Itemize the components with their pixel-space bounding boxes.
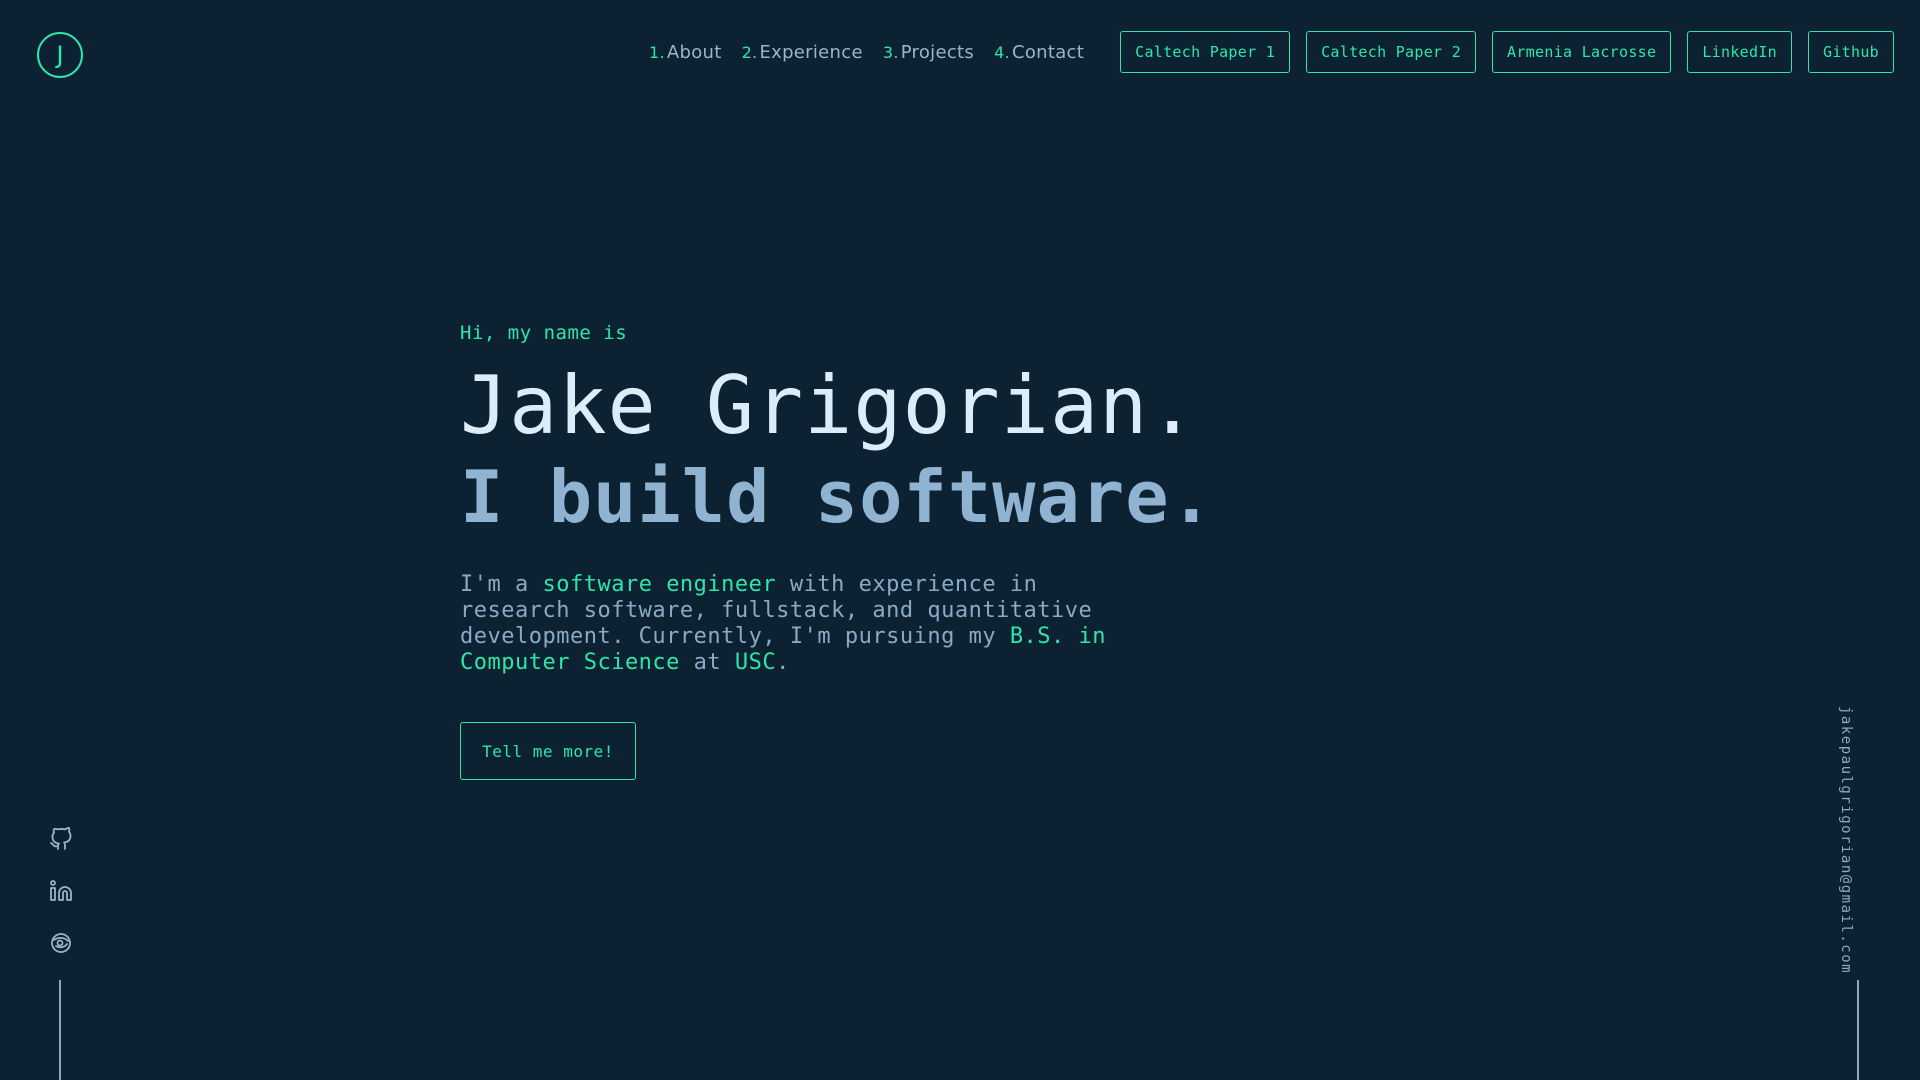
intro-paragraph: I'm a software engineer with experience … <box>460 572 1107 675</box>
linkedin-button[interactable]: LinkedIn <box>1687 31 1792 73</box>
highlight-school: USC <box>734 650 777 675</box>
github-icon[interactable] <box>48 826 74 852</box>
hero-name: Jake Grigorian. <box>460 359 1198 452</box>
armenia-lacrosse-button[interactable]: Armenia Lacrosse <box>1492 31 1672 73</box>
greeting: Hi, my name is <box>460 322 628 344</box>
email-divider-line <box>1857 980 1859 1080</box>
social-sidebar <box>48 826 74 982</box>
caltech-paper-2-button[interactable]: Caltech Paper 2 <box>1306 31 1477 73</box>
tell-me-more-button[interactable]: Tell me more! <box>460 722 636 780</box>
logo[interactable]: J <box>37 32 83 78</box>
nav-link-about[interactable]: 1. About <box>649 42 722 63</box>
lacrosse-icon[interactable] <box>48 930 74 956</box>
caltech-paper-1-button[interactable]: Caltech Paper 1 <box>1120 31 1291 73</box>
highlight-role: software engineer <box>542 572 777 597</box>
nav-link-projects[interactable]: 3. Projects <box>883 42 974 63</box>
hero-section: Hi, my name is Jake Grigorian. I build s… <box>460 322 1220 780</box>
top-nav: 1. About 2. Experience 3. Projects 4. Contac… <box>649 31 1894 73</box>
social-divider-line <box>59 980 61 1080</box>
linkedin-icon[interactable] <box>48 878 74 904</box>
github-button[interactable]: Github <box>1808 31 1894 73</box>
nav-link-experience[interactable]: 2. Experience <box>742 42 863 63</box>
email-link[interactable]: jakepaulgrigorian@gmail.com <box>1838 706 1854 974</box>
logo-letter: J <box>56 41 64 69</box>
hero-tagline: I build software. <box>460 455 1214 539</box>
nav-link-contact[interactable]: 4. Contact <box>994 42 1084 63</box>
